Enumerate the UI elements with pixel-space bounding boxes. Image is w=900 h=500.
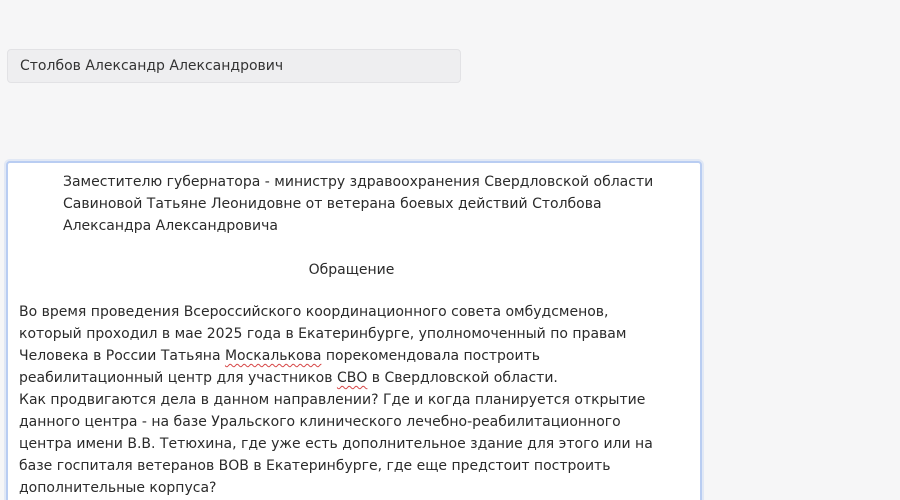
letter-title: Обращение: [308, 262, 395, 278]
letter-paragraph-2: Как продвигаются дела в данном направлен…: [19, 392, 653, 496]
appeal-text-editor[interactable]: Заместителю губернатора - министру здрав…: [6, 161, 702, 500]
letter-paragraph-1: Во время проведения Всероссийского коорд…: [19, 291, 684, 389]
letter-text-segment: в Свердловской области.: [367, 370, 558, 386]
full-name-input[interactable]: Столбов Александр Александрович: [7, 49, 461, 83]
spellcheck-word[interactable]: СВО: [337, 370, 367, 386]
letter-addressee: Заместителю губернатора - министру здрав…: [63, 174, 654, 234]
page: Столбов Александр Александрович Заместит…: [0, 0, 900, 500]
spellcheck-word[interactable]: Москалькова: [225, 348, 321, 364]
